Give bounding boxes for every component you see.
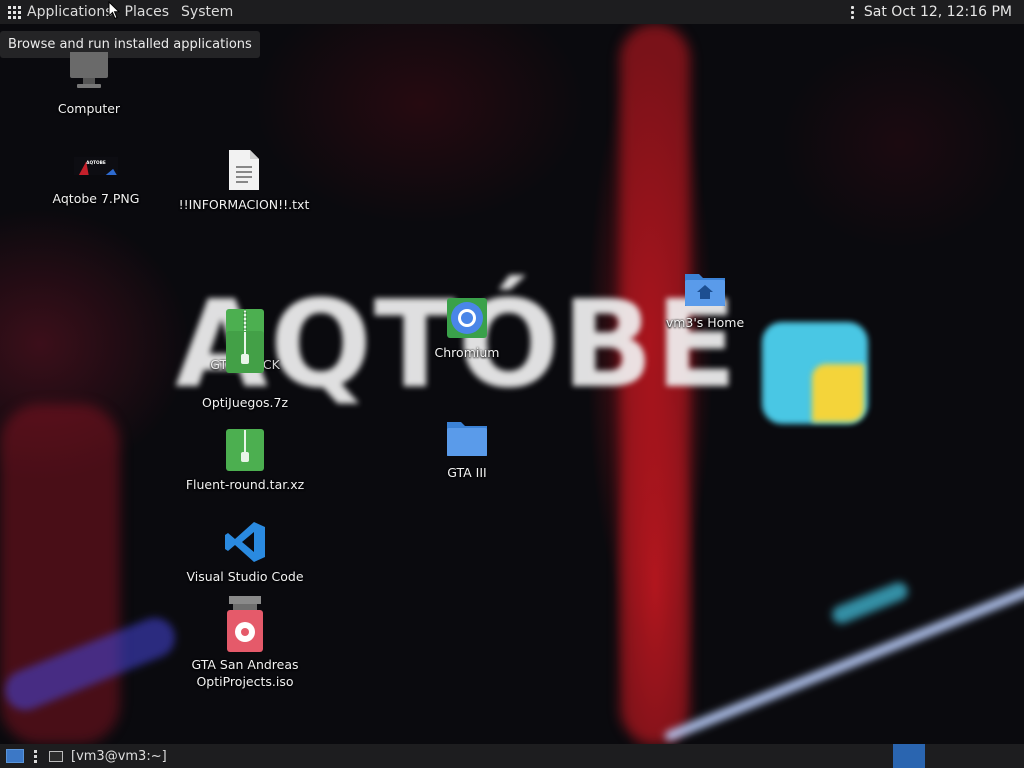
show-desktop-button[interactable] [6, 749, 24, 763]
desktop-icon-chromium[interactable]: Chromium [432, 296, 502, 361]
clock[interactable]: Sat Oct 12, 12:16 PM [864, 4, 1012, 20]
icon-label: Fluent-round.tar.xz [185, 477, 305, 492]
taskbar-terminal-window[interactable]: [vm3@vm3:~] [45, 744, 171, 768]
icon-label: Chromium [434, 345, 500, 360]
desktop-icon-vscode[interactable]: Visual Studio Code [184, 520, 306, 585]
top-panel: Applications Places System Sat Oct 12, 1… [0, 0, 1024, 24]
wallpaper-cyan-glow [829, 579, 911, 627]
icon-label: Aqtobe 7.PNG [52, 191, 140, 206]
archive-icon [223, 330, 267, 374]
panel-handle-icon[interactable] [850, 5, 854, 19]
svg-text:AQTOBE: AQTOBE [86, 160, 106, 166]
desktop-icon-gta-sa-iso[interactable]: GTA San Andreas OptiProjects.iso [184, 596, 306, 690]
folder-icon [445, 416, 489, 460]
image-icon: AQTOBE [74, 142, 118, 186]
desktop-icon-computer[interactable]: Computer [48, 52, 130, 117]
archive-icon [223, 428, 267, 472]
menu-system[interactable]: System [175, 0, 239, 24]
icon-label: vm3's Home [665, 315, 745, 330]
icon-label: Computer [57, 101, 121, 116]
text-file-icon [222, 148, 266, 192]
desktop-icon-gta-iii[interactable]: GTA III [432, 416, 502, 481]
taskbar-window-title: [vm3@vm3:~] [71, 748, 167, 764]
desktop-icon-fluent-round[interactable]: Fluent-round.tar.xz [184, 428, 306, 493]
icon-label: Visual Studio Code [186, 569, 304, 584]
top-panel-tray: Sat Oct 12, 12:16 PM [850, 0, 1024, 24]
menu-places[interactable]: Places [119, 0, 176, 24]
disc-image-icon [223, 596, 267, 654]
wallpaper-logo-square-accent [812, 364, 864, 422]
icon-label: !!INFORMACION!!.txt [178, 197, 310, 212]
desktop-icon-aqtobe-png[interactable]: AQTOBE Aqtobe 7.PNG [50, 142, 142, 207]
desktop-wallpaper: AQTÓBE [0, 24, 1024, 744]
mouse-pointer-icon [108, 1, 120, 20]
workspace-switcher[interactable] [893, 744, 925, 768]
desktop-icon-home[interactable]: vm3's Home [666, 266, 744, 331]
wallpaper-light-streak [663, 575, 1024, 743]
bottom-panel: [vm3@vm3:~] [0, 744, 1024, 768]
panel-handle-icon[interactable] [34, 749, 37, 763]
computer-icon [67, 52, 111, 96]
vscode-icon [223, 520, 267, 564]
icon-label: OptiJuegos.7z [201, 395, 289, 410]
desktop-icon-informacion-txt[interactable]: !!INFORMACION!!.txt [178, 148, 310, 213]
menu-applications[interactable]: Applications [27, 0, 119, 24]
home-folder-icon [683, 266, 727, 310]
applications-grid-icon[interactable] [8, 5, 21, 19]
chromium-icon [445, 296, 489, 340]
desktop-icon-optijuegos-7z[interactable]: OptiJuegos.7z [196, 330, 294, 411]
icon-label: GTA San Andreas OptiProjects.iso [191, 657, 299, 689]
terminal-icon [49, 750, 63, 762]
icon-label: GTA III [447, 465, 487, 480]
